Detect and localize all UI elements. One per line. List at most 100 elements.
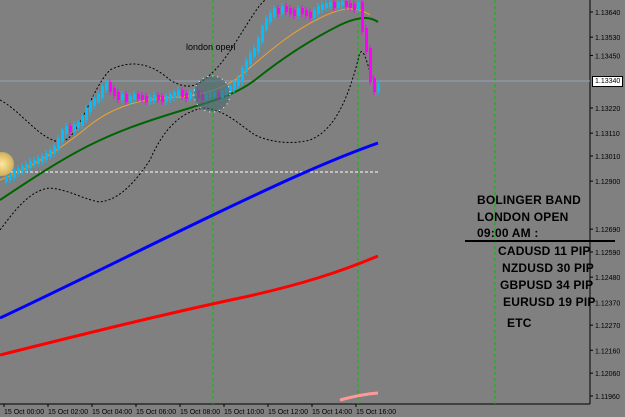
ma-red [0,254,379,357]
candle-body [285,6,288,12]
candle-body [233,82,236,90]
candle-body [185,93,188,99]
candle-body [297,8,300,16]
candle-body [13,170,16,178]
annotation-pair-3: GBPUSD 34 PIP [500,278,594,292]
price-tick-label: 1.13640 [595,10,620,17]
candle-body [33,160,36,165]
candle-body [29,161,32,168]
candle-body [137,94,140,99]
candle-body [353,4,356,10]
candle-body [177,90,180,96]
candle-body [45,153,48,160]
candle-body [141,95,144,100]
candle-body [129,96,132,102]
price-tick-label: 1.12160 [595,348,620,355]
price-tick-label: 1.12900 [595,179,620,186]
candle-body [257,38,260,52]
price-chart[interactable]: 1.13640 1.13530 1.13450 1.13220 1.13110 1.130… [0,0,625,417]
candle-body [277,8,280,14]
time-tick-label: 15 Oct 08:00 [180,409,220,416]
bollinger-upper-band [0,0,266,143]
candle-body [153,95,156,101]
candle-body [69,126,72,132]
annotation-pair-2: NZDUSD 30 PIP [502,261,594,275]
forex-chart-window[interactable]: 1.13640 1.13530 1.13450 1.13220 1.13110 1.130… [0,0,625,417]
time-tick-label: 15 Oct 10:00 [224,409,264,416]
time-tick-label: 15 Oct 12:00 [268,409,308,416]
candles [5,0,380,185]
candle-body [317,6,320,14]
current-price-tag: 1.13340 [592,76,624,87]
candle-body [357,2,360,10]
candle-body [173,92,176,98]
candle-body [117,92,120,100]
price-tick-label: 1.13010 [595,154,620,161]
time-tick-label: 15 Oct 14:00 [312,409,352,416]
time-tick-label: 15 Oct 02:00 [48,409,88,416]
candle-body [113,88,116,96]
candle-body [293,10,296,16]
candle-body [57,138,60,150]
price-tick-label: 1.12690 [595,227,620,234]
london-open-label: london open [186,42,236,52]
annotation-title-line2: LONDON OPEN [477,210,569,224]
candle-body [21,166,24,172]
candle-body [273,8,276,17]
candle-body [369,48,372,82]
price-axis-panel[interactable] [591,0,625,404]
price-tick-label: 1.13110 [595,131,620,138]
candle-body [301,8,304,14]
candle-body [345,1,348,7]
annotation-pair-4: EURUSD 19 PIP [503,295,596,309]
candle-body [149,97,152,102]
candle-body [237,78,240,86]
candle-body [145,96,148,102]
candle-body [377,83,380,92]
candle-body [361,2,364,32]
time-tick-label: 15 Oct 16:00 [356,409,396,416]
candle-body [309,12,312,18]
candle-body [373,78,376,92]
candle-body [341,1,344,6]
price-tick-label: 1.13220 [595,106,620,113]
candle-body [329,2,332,7]
candle-body [249,53,252,64]
candle-body [349,3,352,8]
candle-body [25,164,28,170]
candle-body [37,158,40,164]
price-tick-label: 1.12270 [595,323,620,330]
candle-body [41,156,44,162]
time-tick-label: 15 Oct 00:00 [4,409,44,416]
price-tick-label: 1.12060 [595,371,620,378]
candle-body [73,124,76,132]
candle-body [337,2,340,8]
candle-body [133,94,136,100]
price-tick-label: 1.12480 [595,275,620,282]
candle-body [305,10,308,16]
annotation-title-line3: 09:00 AM : [477,226,539,240]
annotation-footer: ETC [507,316,532,330]
candle-body [313,10,316,18]
candle-body [321,4,324,10]
candle-body [121,94,124,100]
price-tick-label: 1.12370 [595,300,620,307]
candle-body [105,82,108,90]
candle-body [161,96,164,102]
price-tick-label: 1.13530 [595,35,620,42]
candle-body [325,3,328,8]
ma-blue [0,141,379,320]
candle-body [181,90,184,97]
candle-body [261,26,264,42]
candle-body [333,2,336,8]
ma-pink [339,391,379,402]
price-tick-label: 1.12590 [595,250,620,257]
candle-body [245,60,248,72]
candle-body [241,68,244,82]
candle-body [169,94,172,100]
candle-body [81,116,84,126]
london-open-marker[interactable] [193,75,231,113]
price-tick-label: 1.13450 [595,53,620,60]
candle-body [85,108,88,120]
candle-body [269,13,272,22]
